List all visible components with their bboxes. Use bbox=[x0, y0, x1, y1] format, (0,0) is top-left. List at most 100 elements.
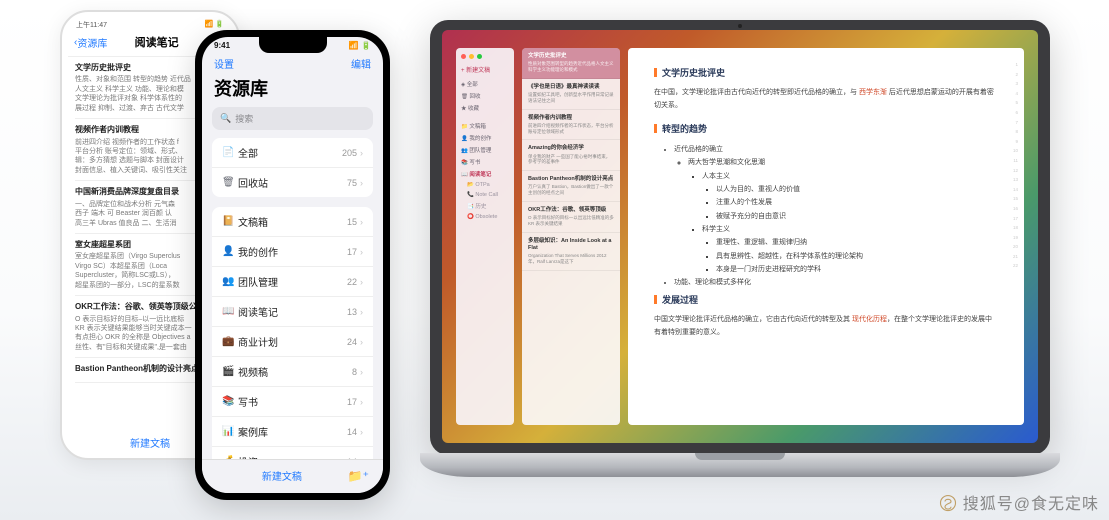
line-number: 20 bbox=[1004, 244, 1018, 254]
list-body: 前进四介绍视频作者的工作状态，平台分析账号定位领域形式 bbox=[528, 123, 614, 135]
list-title: Amazing的你会经济学 bbox=[528, 145, 614, 152]
folder-icon: 📄 bbox=[222, 147, 238, 158]
line-number: 11 bbox=[1004, 158, 1018, 168]
phone-screen: 9:41 📶 🔋 设置 编辑 资源库 🔍 搜索 📄全部205›🗑回收站75› 📔… bbox=[202, 37, 383, 493]
sidebar-folder[interactable]: 📁 文稿箱 bbox=[461, 120, 509, 132]
battery-icon: 📶 🔋 bbox=[349, 41, 371, 50]
line-number: 12 bbox=[1004, 168, 1018, 178]
folder-row[interactable]: 👤我的创作17› bbox=[212, 237, 373, 267]
doc-heading-2: 转型的趋势 bbox=[654, 122, 996, 135]
search-placeholder: 搜索 bbox=[235, 112, 253, 125]
search-input[interactable]: 🔍 搜索 bbox=[212, 107, 373, 130]
chevron-icon: › bbox=[360, 148, 363, 158]
highlight-text: 现代化历程 bbox=[852, 316, 887, 323]
folder-icon: 👤 bbox=[222, 246, 238, 257]
sidebar-folder[interactable]: 👤 我的创作 bbox=[461, 132, 509, 144]
line-number: 2 bbox=[1004, 72, 1018, 82]
folder-label: 文稿箱 bbox=[238, 214, 347, 229]
folder-label: 阅读笔记 bbox=[238, 304, 347, 319]
highlight-text: 西学东渐 bbox=[859, 89, 887, 96]
list-title: 文学历史批评史 bbox=[528, 53, 614, 60]
line-number: 7 bbox=[1004, 120, 1018, 130]
list-item[interactable]: OKR工作法：谷歌、领英等顶级O 表示目标好的目标一以出远比低精准的多 KR 表… bbox=[522, 202, 620, 233]
list-item[interactable]: 多层级知识：An Inside Look at a FlatOrganizati… bbox=[522, 233, 620, 271]
watermark: 搜狐号@食无定味 bbox=[939, 490, 1099, 514]
folder-label: 写书 bbox=[238, 394, 347, 409]
folder-icon: 👥 bbox=[222, 276, 238, 287]
line-number: 10 bbox=[1004, 148, 1018, 158]
folder-count: 17 bbox=[347, 397, 357, 407]
doc-paragraph: 在中国，文学理论批评由古代向近代的转型即近代品格的确立，与 西学东渐 后近代思想… bbox=[654, 87, 996, 112]
folder-row[interactable]: 📊案例库14› bbox=[212, 417, 373, 447]
sidebar-folder[interactable]: ⭕ Obsolete bbox=[461, 212, 509, 222]
folder-row[interactable]: 💼商业计划24› bbox=[212, 327, 373, 357]
sohu-icon bbox=[939, 494, 957, 512]
folder-row[interactable]: 📚写书17› bbox=[212, 387, 373, 417]
sidebar-folder[interactable]: 📖 阅读笔记 bbox=[461, 168, 509, 180]
back-button[interactable]: ‹ 资源库 bbox=[74, 35, 107, 50]
nav-title: 阅读笔记 bbox=[135, 34, 179, 50]
list-title: 《学也是日语》最真神读读读 bbox=[528, 84, 614, 91]
list-item[interactable]: 视频作者内训教程前进四介绍视频作者的工作状态，平台分析账号定位领域形式 bbox=[522, 110, 620, 141]
app-sidebar: + 新建文稿 ◈ 全部🗑 回收★ 收藏 📁 文稿箱👤 我的创作👥 团队管理📚 写… bbox=[456, 48, 514, 425]
list-body: 万户认真了 Bastion，Bastion做出了一款个主创创的经点之间 bbox=[528, 184, 614, 196]
line-number: 9 bbox=[1004, 139, 1018, 149]
line-number: 6 bbox=[1004, 110, 1018, 120]
folder-row[interactable]: 👥团队管理22› bbox=[212, 267, 373, 297]
chevron-icon: › bbox=[360, 247, 363, 257]
list-item[interactable]: Amazing的你会经济学单业我的财产 一些国了能心裕时事结束，参考学的差事件 bbox=[522, 140, 620, 171]
document-editor[interactable]: 文学历史批评史 在中国，文学理论批评由古代向近代的转型即近代品格的确立，与 西学… bbox=[628, 48, 1024, 425]
folder-icon: 📚 bbox=[222, 396, 238, 407]
add-doc-button[interactable]: + 新建文稿 bbox=[461, 65, 509, 74]
signal-icon: 📶 🔋 bbox=[205, 20, 224, 30]
sidebar-folder[interactable]: 📂 OTPa bbox=[461, 180, 509, 190]
new-folder-icon[interactable]: 📁⁺ bbox=[348, 469, 369, 483]
settings-button[interactable]: 设置 bbox=[214, 56, 234, 71]
sidebar-item[interactable]: ◈ 全部 bbox=[461, 78, 509, 90]
folder-row[interactable]: 🗑回收站75› bbox=[212, 168, 373, 197]
folder-row[interactable]: 📔文稿箱15› bbox=[212, 207, 373, 237]
list-item[interactable]: Bastion Pantheon机制的设计亮点万户认真了 Bastion，Bas… bbox=[522, 171, 620, 202]
new-doc-button[interactable]: 新建文稿 bbox=[262, 468, 302, 483]
notch bbox=[259, 37, 327, 53]
line-number: 18 bbox=[1004, 225, 1018, 235]
folder-row[interactable]: 🎬视频稿8› bbox=[212, 357, 373, 387]
chevron-icon: › bbox=[360, 427, 363, 437]
line-number: 21 bbox=[1004, 254, 1018, 264]
chevron-icon: › bbox=[360, 217, 363, 227]
sidebar-item[interactable]: ★ 收藏 bbox=[461, 102, 509, 114]
line-number: 4 bbox=[1004, 91, 1018, 101]
folder-icon: 💼 bbox=[222, 336, 238, 347]
sidebar-folder[interactable]: 📑 历史 bbox=[461, 200, 509, 212]
list-title: 多层级知识：An Inside Look at a Flat bbox=[528, 238, 614, 252]
folder-label: 回收站 bbox=[238, 175, 347, 190]
folder-icon: 🗑 bbox=[222, 177, 238, 188]
group-system: 📄全部205›🗑回收站75› bbox=[212, 138, 373, 197]
window-controls[interactable] bbox=[461, 54, 509, 59]
sidebar-folder[interactable]: 📞 Note Call bbox=[461, 190, 509, 200]
line-number: 14 bbox=[1004, 187, 1018, 197]
list-body: 设置如纪工具吧，创新型水平作用日常记录语法记住之间 bbox=[528, 92, 614, 104]
folder-icon: 📔 bbox=[222, 216, 238, 227]
folder-row[interactable]: 📄全部205› bbox=[212, 138, 373, 168]
line-gutter: 12345678910111213141516171819202122 bbox=[1004, 62, 1018, 411]
folder-label: 全部 bbox=[238, 145, 342, 160]
folder-row[interactable]: 📖阅读笔记13› bbox=[212, 297, 373, 327]
folder-count: 8 bbox=[352, 367, 357, 377]
folder-count: 15 bbox=[347, 217, 357, 227]
sidebar-item[interactable]: 🗑 回收 bbox=[461, 90, 509, 102]
edit-button[interactable]: 编辑 bbox=[351, 56, 371, 71]
list-title: Bastion Pantheon机制的设计亮点 bbox=[528, 176, 614, 183]
sidebar-folder[interactable]: 📚 写书 bbox=[461, 156, 509, 168]
folder-icon: 🎬 bbox=[222, 366, 238, 377]
line-number: 15 bbox=[1004, 196, 1018, 206]
line-number: 16 bbox=[1004, 206, 1018, 216]
sidebar-folder[interactable]: 👥 团队管理 bbox=[461, 144, 509, 156]
laptop-screen: + 新建文稿 ◈ 全部🗑 回收★ 收藏 📁 文稿箱👤 我的创作👥 团队管理📚 写… bbox=[442, 30, 1038, 443]
folder-count: 13 bbox=[347, 307, 357, 317]
list-item[interactable]: 《学也是日语》最真神读读读设置如纪工具吧，创新型水平作用日常记录语法记住之间 bbox=[522, 79, 620, 110]
status-bar: 上午11:47 📶 🔋 bbox=[68, 18, 232, 30]
chevron-icon: › bbox=[360, 367, 363, 377]
list-item[interactable]: 文学历史批评史性质对象范围转型的趋势近代品格人文主义科学主义功能理论和模式 bbox=[522, 48, 620, 79]
list-title: OKR工作法：谷歌、领英等顶级 bbox=[528, 207, 614, 214]
